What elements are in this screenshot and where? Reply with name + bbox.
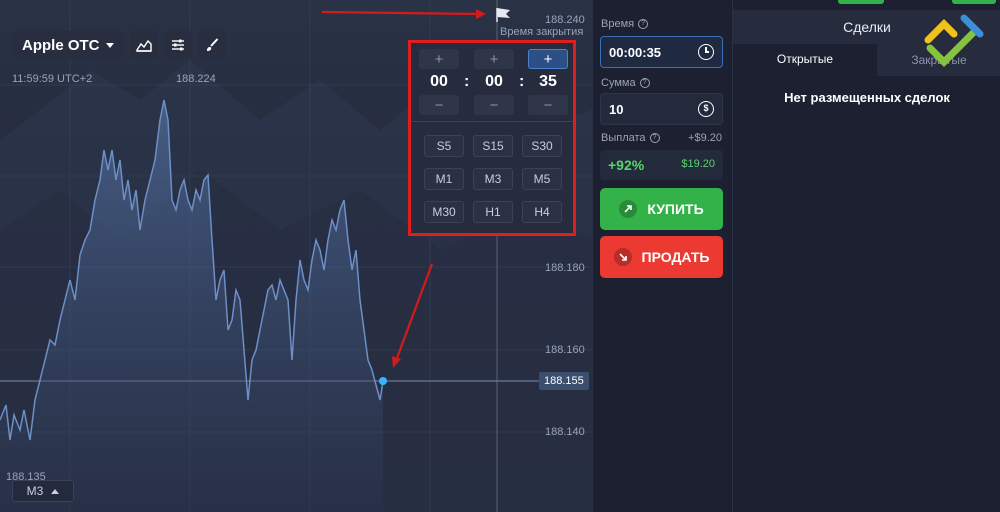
clock-icon: [698, 44, 714, 60]
time-separator: :: [464, 73, 470, 90]
asset-selector[interactable]: Apple OTC: [12, 31, 124, 59]
payout-percent: +92%: [608, 157, 645, 173]
hours-decrement-button[interactable]: −: [419, 95, 459, 115]
time-label-text: Время: [601, 18, 635, 30]
area-chart-icon: [135, 39, 152, 52]
payout-label-text: Выплата: [601, 132, 646, 144]
arrow-down-right-icon: [613, 248, 632, 266]
sell-label: ПРОДАТЬ: [641, 249, 710, 265]
preset-m1[interactable]: M1: [424, 168, 464, 190]
chevron-down-icon: [105, 42, 114, 48]
time-input[interactable]: 00:00:35: [600, 36, 723, 68]
preset-h1[interactable]: H1: [473, 201, 513, 223]
dollar-icon: $: [698, 101, 714, 117]
top-indicator: [952, 0, 996, 4]
minutes-increment-button[interactable]: +: [474, 49, 514, 69]
timeframe-value: M3: [26, 484, 44, 498]
hours-column: + 00 −: [419, 49, 459, 115]
expiration-time-picker: + 00 − : + 00 − : + 35 − S5 S15 S30 M1 M…: [408, 40, 576, 236]
payout-field-label: Выплата ?: [601, 132, 660, 144]
preset-m30[interactable]: M30: [424, 201, 464, 223]
seconds-value: 35: [539, 73, 557, 90]
trade-panel: Время ? 00:00:35 Сумма ? 10 $ Выплата ? …: [592, 0, 732, 512]
help-icon[interactable]: ?: [649, 133, 660, 143]
timeframe-selector[interactable]: M3: [12, 480, 74, 502]
buy-label: КУПИТЬ: [647, 201, 704, 217]
axis-label-3: 188.140: [545, 426, 585, 438]
arrow-up-right-icon: [619, 200, 638, 218]
divider: [411, 121, 573, 122]
preset-m5[interactable]: M5: [522, 168, 562, 190]
buy-button[interactable]: КУПИТЬ: [600, 188, 723, 230]
hours-value: 00: [430, 73, 448, 90]
deals-panel: Сделки Открытые Закрытые Нет размещенных…: [732, 0, 1000, 512]
server-time: 11:59:59 UTC+2: [12, 73, 93, 85]
top-buy-indicator: [838, 0, 884, 4]
chevron-up-icon: [51, 488, 60, 494]
drawing-tools-button[interactable]: [197, 31, 226, 59]
preset-m3[interactable]: M3: [473, 168, 513, 190]
amount-field-label: Сумма ?: [601, 77, 650, 89]
seconds-increment-button[interactable]: +: [528, 49, 568, 69]
hours-increment-button[interactable]: +: [419, 49, 459, 69]
minutes-column: + 00 −: [474, 49, 514, 115]
minutes-value: 00: [485, 73, 503, 90]
current-price-tag: 188.155: [539, 372, 589, 390]
tab-open-deals[interactable]: Открытые: [733, 44, 877, 76]
preset-s5[interactable]: S5: [424, 135, 464, 157]
amount-input[interactable]: 10 $: [600, 93, 723, 125]
axis-label-2: 188.160: [545, 344, 585, 356]
payout-box: +92% $19.20: [600, 150, 723, 180]
amount-input-value: 10: [609, 101, 624, 117]
amount-label-text: Сумма: [601, 77, 636, 89]
seconds-column: + 35 −: [528, 49, 568, 115]
brush-icon: [206, 38, 218, 51]
chart-type-button[interactable]: [129, 31, 158, 59]
trading-screen: Apple OTC 11:59:59 UTC+2 188.224 Время з…: [0, 0, 1000, 512]
indicators-button[interactable]: [163, 31, 192, 59]
minutes-decrement-button[interactable]: −: [474, 95, 514, 115]
brand-logo-icon: [924, 14, 984, 67]
max-price-label: 188.224: [176, 73, 216, 85]
current-price-marker: [379, 377, 387, 385]
help-icon[interactable]: ?: [638, 19, 649, 29]
payout-amount: $19.20: [681, 158, 715, 170]
asset-name: Apple OTC: [22, 36, 100, 54]
preset-s15[interactable]: S15: [473, 135, 513, 157]
chart-toolbar: Apple OTC: [12, 31, 226, 59]
price-chart[interactable]: Apple OTC 11:59:59 UTC+2 188.224 Время з…: [0, 0, 592, 512]
preset-s30[interactable]: S30: [522, 135, 562, 157]
sell-button[interactable]: ПРОДАТЬ: [600, 236, 723, 278]
axis-label-1: 188.180: [545, 262, 585, 274]
flag-icon: [496, 8, 510, 22]
time-field-label: Время ?: [601, 18, 649, 30]
help-icon[interactable]: ?: [639, 78, 650, 88]
sliders-icon: [171, 39, 184, 51]
empty-deals-message: Нет размещенных сделок: [784, 90, 950, 105]
axis-label-0: 188.240: [545, 14, 585, 26]
time-separator: :: [519, 73, 525, 90]
time-input-value: 00:00:35: [609, 44, 662, 60]
expiration-label: Время закрытия: [500, 26, 584, 38]
preset-h4[interactable]: H4: [522, 201, 562, 223]
seconds-decrement-button[interactable]: −: [528, 95, 568, 115]
payout-profit: +$9.20: [688, 132, 722, 144]
